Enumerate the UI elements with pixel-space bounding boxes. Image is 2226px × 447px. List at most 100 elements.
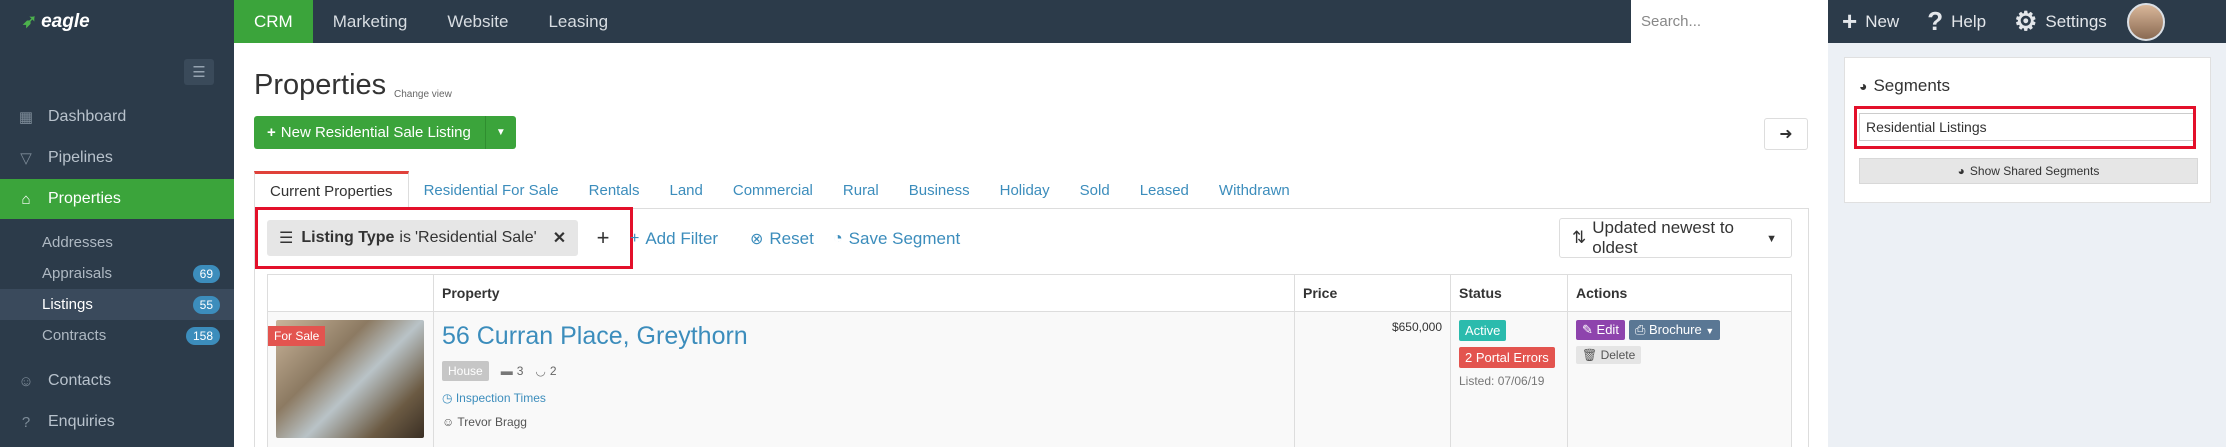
new-button[interactable]: + New [1842,6,1899,37]
delete-button[interactable]: 🗑 Delete [1576,346,1642,364]
brand-name: eagle [41,10,90,32]
help-label: Help [1951,11,1987,31]
sidebar-item-pipelines[interactable]: ▽ Pipelines [0,138,234,178]
question-icon: ? [1927,6,1944,36]
agent-name: ☺ Trevor Bragg [442,415,527,429]
column-header[interactable]: Status [1450,274,1568,312]
tab-commercial[interactable]: Commercial [718,171,828,209]
tab-crm[interactable]: CRM [234,0,313,43]
tab-current-properties[interactable]: Current Properties [254,171,409,210]
pie-chart-icon: ◕ [1859,78,1868,94]
filter-chip[interactable]: ☰ Listing Type is 'Residential Sale' ✕ [267,220,579,256]
search-input[interactable] [1631,0,1828,43]
status-badge: For Sale [268,326,326,346]
sidebar-item-contacts[interactable]: ☺ Contacts [0,361,234,401]
page-title: Properties [254,69,387,101]
tab-leased[interactable]: Leased [1125,171,1204,209]
change-view-link[interactable]: Change view [394,89,452,100]
active-status-badge: Active [1459,320,1507,341]
listed-date: Listed: 07/06/19 [1459,374,1545,388]
actions-cell: ✎ Edit ⎙ Brochure ▼ 🗑 Delete [1567,311,1792,447]
sidebar-item-enquiries[interactable]: ? Enquiries [0,402,234,442]
beds-count: 3 [516,364,524,378]
count-badge: 158 [185,327,220,345]
properties-table: Property Price Status Actions For Sale 5… [267,274,1792,447]
segment-name-input[interactable] [1859,113,2195,141]
column-header[interactable]: Property [433,274,1295,312]
new-listing-button[interactable]: + New Residential Sale Listing ▼ [254,116,516,149]
plus-icon: + [630,230,640,247]
sidebar-sub-label: Appraisals [42,265,113,282]
eagle-logo-icon: ➶ [22,11,38,31]
portal-errors-badge[interactable]: 2 Portal Errors [1459,347,1555,368]
reset-link[interactable]: ⊗ Reset [750,229,814,249]
show-shared-segments-button[interactable]: ◕ Show Shared Segments [1859,158,2198,184]
property-meta: House ▬ 3 ◡ 2 [442,361,1286,381]
sort-select[interactable]: ⇅ Updated newest to oldest ▼ [1559,218,1792,258]
table-header-row: Property Price Status Actions [267,274,1792,312]
tab-marketing[interactable]: Marketing [313,0,428,43]
plus-icon: + [267,124,276,141]
sidebar-toggle-icon[interactable]: ☰ [184,59,214,85]
print-icon: ⎙ [1634,322,1646,337]
property-address-link[interactable]: 56 Curran Place, Greythorn [442,322,1286,351]
thumbnail-cell: For Sale [267,311,434,447]
help-button[interactable]: ? Help [1927,6,1986,37]
sort-icon: ⇅ [1572,228,1587,247]
tab-land[interactable]: Land [655,171,718,209]
price-value: $650,000 [1391,320,1442,334]
tab-sold[interactable]: Sold [1065,171,1125,209]
sidebar-sub-label: Addresses [42,234,113,251]
sign-out-icon: ➜ [1779,126,1793,143]
tab-business[interactable]: Business [894,171,985,209]
filter-field: Listing Type [301,229,395,246]
sidebar-item-dashboard[interactable]: ▦ Dashboard [0,97,234,137]
chevron-down-icon: ▼ [1766,233,1777,245]
sort-value: Updated newest to oldest [1592,218,1735,257]
filter-area: ☰ Listing Type is 'Residential Sale' ✕ +… [254,207,1809,447]
property-tabs: Current Properties Residential For Sale … [254,171,1809,210]
save-segment-link[interactable]: ◔ Save Segment [833,229,960,249]
sidebar: ☰ ▦ Dashboard ▽ Pipelines ⌂ Properties A… [0,43,234,447]
sidebar-sub-label: Listings [42,296,93,313]
sidebar-item-properties[interactable]: ⌂ Properties [0,179,234,219]
close-icon[interactable]: ✕ [553,228,566,248]
filter-value: 'Residential Sale' [414,229,537,246]
tab-residential-for-sale[interactable]: Residential For Sale [409,171,574,209]
tab-rentals[interactable]: Rentals [574,171,655,209]
inspection-times-link[interactable]: ◷ Inspection Times [442,391,1286,405]
main-content: Properties Change view + New Residential… [234,43,1828,447]
user-icon: ☺ [442,415,455,429]
sidebar-item-label: Enquiries [48,413,115,430]
column-header[interactable]: Price [1294,274,1451,312]
chevron-down-icon[interactable]: ▼ [486,127,516,138]
brand-logo[interactable]: ➶ eagle [0,0,234,43]
tab-rural[interactable]: Rural [828,171,894,209]
sidebar-sub-listings[interactable]: Listings 55 [0,289,234,320]
top-right-menu: + New ? Help ⚙ Settings [1828,0,2165,43]
sidebar-sub-addresses[interactable]: Addresses [0,227,234,258]
pie-chart-icon: ◕ [1957,164,1965,178]
new-label: New [1865,11,1900,31]
add-filter-condition-button[interactable]: + [585,220,621,256]
settings-label: Settings [2045,11,2107,31]
sidebar-item-label: Contacts [48,372,112,389]
edit-button[interactable]: ✎ Edit [1576,320,1625,340]
sidebar-sub-contracts[interactable]: Contracts 158 [0,320,234,351]
export-button[interactable]: ➜ [1764,118,1808,150]
brochure-button[interactable]: ⎙ Brochure ▼ [1628,320,1721,340]
property-type-badge: House [442,361,489,381]
plus-icon: + [596,225,610,250]
avatar[interactable] [2126,2,2165,41]
tab-holiday[interactable]: Holiday [985,171,1065,209]
tab-leasing[interactable]: Leasing [528,0,628,43]
property-cell: 56 Curran Place, Greythorn House ▬ 3 ◡ 2… [433,311,1295,447]
segments-panel: ◕ Segments ◕ Show Shared Segments [1828,43,2226,447]
tab-withdrawn[interactable]: Withdrawn [1204,171,1305,209]
new-listing-label: + New Residential Sale Listing [254,116,486,149]
sidebar-sub-appraisals[interactable]: Appraisals 69 [0,258,234,289]
tab-website[interactable]: Website [427,0,528,43]
table-row: For Sale 56 Curran Place, Greythorn Hous… [267,311,1792,447]
add-filter-link[interactable]: + Add Filter [630,229,718,249]
settings-button[interactable]: ⚙ Settings [2014,6,2107,37]
